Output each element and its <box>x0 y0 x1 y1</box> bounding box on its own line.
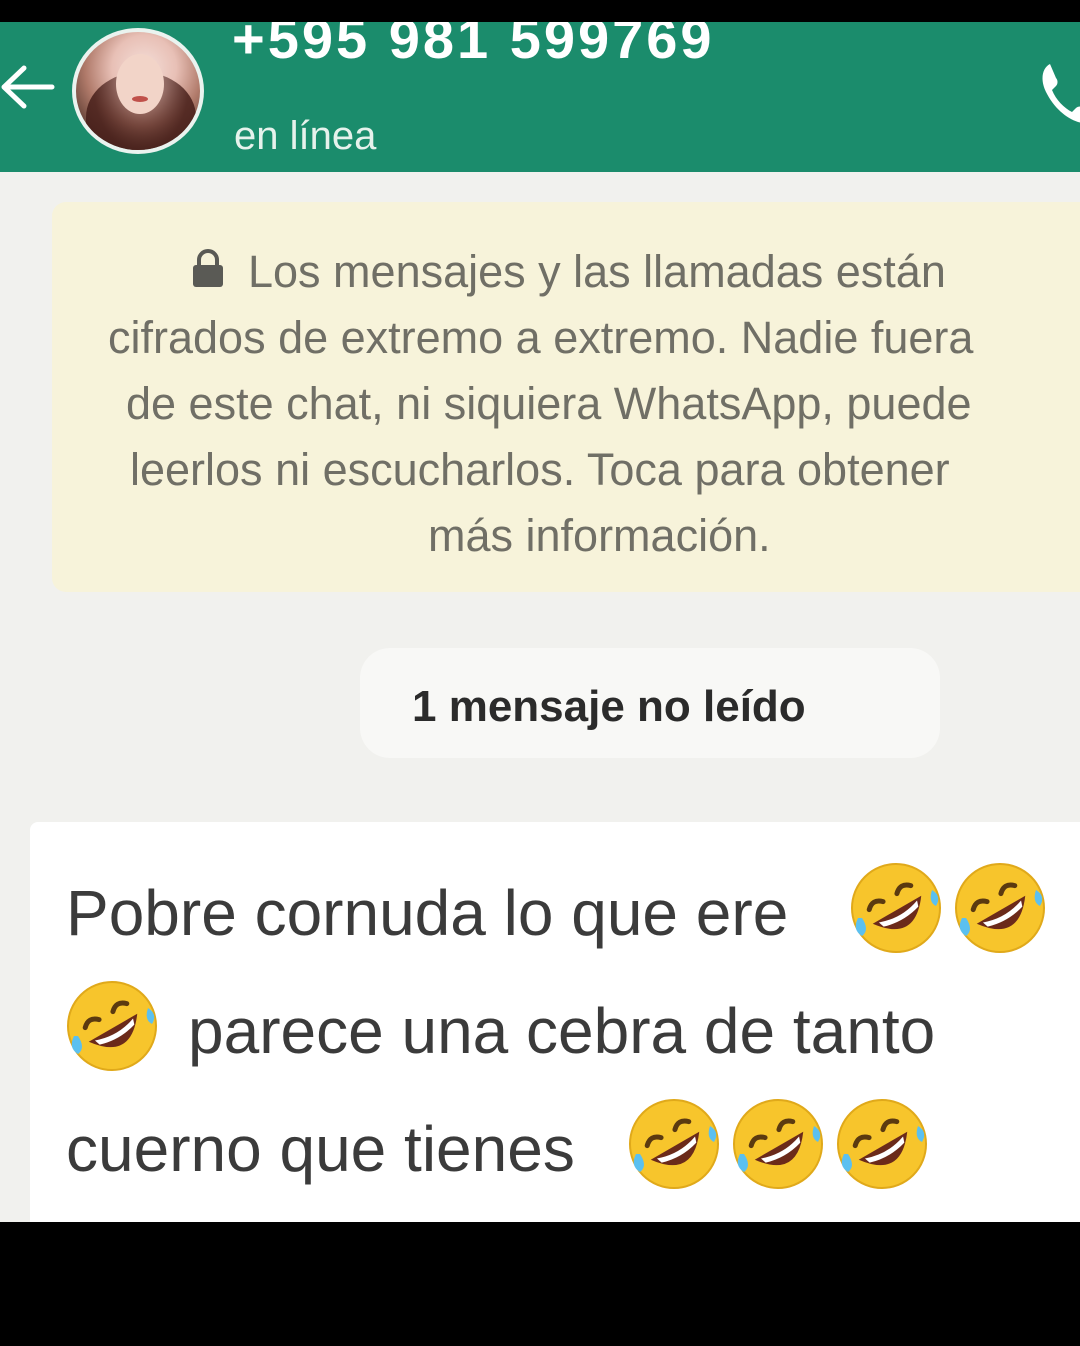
contact-name[interactable]: +595 981 599769 <box>232 22 715 71</box>
contact-status: en línea <box>234 114 377 158</box>
encryption-notice-line-3: de este chat, ni siquiera WhatsApp, pued… <box>126 378 972 429</box>
incoming-message-bubble[interactable]: Pobre cornuda lo que ere parece una cebr… <box>30 822 1080 1222</box>
chat-area: Los mensajes y las llamadas están cifrad… <box>0 172 1080 1222</box>
rolling-on-floor-laughing-emoji <box>629 1099 719 1189</box>
rolling-on-floor-laughing-emoji <box>955 863 1045 953</box>
unread-messages-label: 1 mensaje no leído <box>412 682 806 731</box>
rolling-on-floor-laughing-emoji <box>837 1099 927 1189</box>
avatar-face <box>116 54 164 114</box>
message-line-1: Pobre cornuda lo que ere <box>66 877 789 949</box>
rolling-on-floor-laughing-emoji <box>733 1099 823 1189</box>
contact-avatar[interactable] <box>72 28 204 154</box>
rolling-on-floor-laughing-emoji <box>67 981 157 1071</box>
encryption-notice-line-4: leerlos ni escucharlos. Toca para obtene… <box>130 444 950 495</box>
bottom-black-bar <box>0 1222 1080 1346</box>
lock-icon <box>193 249 223 287</box>
whatsapp-chat-screen: +595 981 599769 en línea Los mensajes y … <box>0 0 1080 1346</box>
avatar-lips <box>132 96 148 102</box>
message-line-2: parece una cebra de tanto <box>188 995 936 1067</box>
rolling-on-floor-laughing-emoji <box>851 863 941 953</box>
chat-header: +595 981 599769 en línea <box>0 22 1080 172</box>
arrow-left-icon[interactable] <box>0 52 60 122</box>
phone-icon[interactable] <box>1030 58 1080 128</box>
message-line-3: cuerno que tienes <box>66 1113 575 1185</box>
encryption-notice-line-2: cifrados de extremo a extremo. Nadie fue… <box>108 312 974 363</box>
encryption-notice-line-5: más información. <box>428 510 771 561</box>
encryption-notice-line-1: Los mensajes y las llamadas están <box>248 246 946 297</box>
